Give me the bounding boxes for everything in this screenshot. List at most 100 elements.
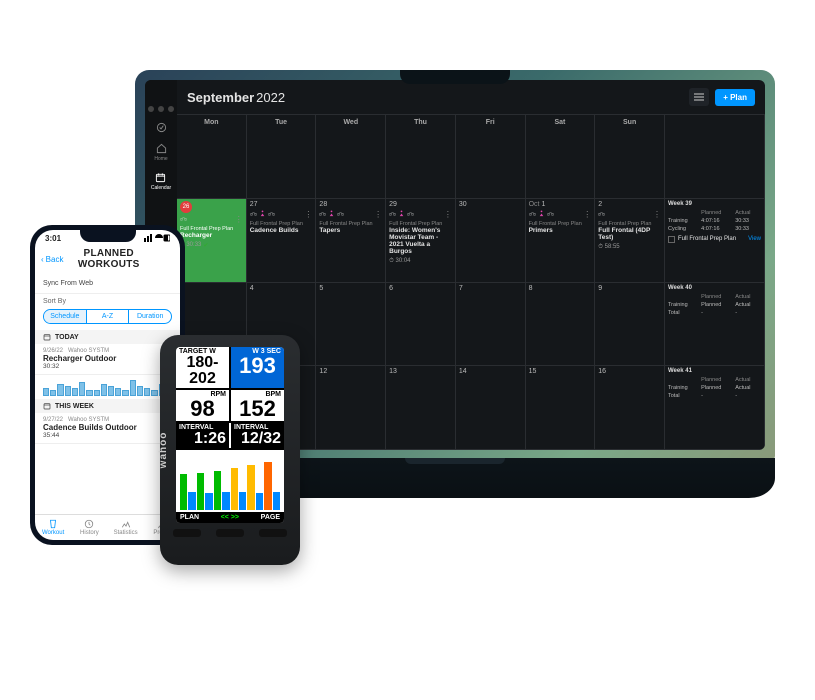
calendar-day-cell[interactable]: 9: [595, 283, 665, 367]
calendar-day-cell[interactable]: 8: [526, 283, 596, 367]
more-icon[interactable]: ⋮: [304, 210, 312, 219]
interval-count-cell: INTERVAL 12/32: [229, 423, 284, 448]
hw-button-mid[interactable]: [216, 529, 244, 537]
dow-header: Fri: [456, 115, 526, 199]
view-options-button[interactable]: [689, 88, 709, 106]
tab-workout[interactable]: Workout: [35, 515, 71, 540]
bike-icon: [389, 210, 396, 219]
activity-chip: ⋮: [250, 210, 313, 219]
hw-button-right[interactable]: [259, 529, 287, 537]
interval-bar: [188, 492, 195, 510]
bike-icon: [407, 210, 414, 219]
phone-header: ‹ Back PLANNED WORKOUTS: [35, 244, 180, 274]
softkey-nav[interactable]: << >>: [221, 514, 239, 521]
bike-computer-device: wahoo TARGET W 180-202 W 3 SEC 193 RPM 9…: [160, 335, 300, 565]
bike-icon: [180, 215, 187, 224]
interval-bar: [239, 492, 246, 510]
laptop-notch: [400, 70, 510, 84]
calendar-day-cell[interactable]: 29⋮Full Frontal Prep PlanInside: Women's…: [386, 199, 456, 283]
yoga-icon: [398, 210, 405, 219]
phone-screen: 3:01 ‹ Back PLANNED WORKOUTS Sync From W…: [35, 230, 180, 540]
interval-bar: [231, 468, 238, 510]
interval-bar: [180, 474, 187, 510]
phone-title: PLANNED WORKOUTS: [63, 248, 154, 270]
week-summary-table: PlannedActualTrainingPlannedActualTotal-…: [668, 376, 761, 400]
interval-bar: [273, 492, 280, 510]
calendar-day-cell[interactable]: Oct1⋮Full Frontal Prep PlanPrimers: [526, 199, 596, 283]
bike-icon: [268, 210, 275, 219]
week-label: Week 41: [668, 368, 761, 374]
week-summary-cell: Week 41 PlannedActualTrainingPlannedActua…: [665, 366, 765, 450]
interval-bar: [205, 493, 212, 510]
sort-by-label: Sort By: [35, 294, 180, 307]
more-icon[interactable]: ⋮: [653, 210, 661, 219]
view-link[interactable]: View: [748, 236, 761, 242]
activity-chip: ⋮: [529, 210, 592, 219]
bike-icon: [529, 210, 536, 219]
calendar-day-cell[interactable]: 28⋮Full Frontal Prep PlanTapers: [316, 199, 386, 283]
week-plan-line[interactable]: Full Frontal Prep PlanView: [668, 236, 761, 243]
calendar-day-cell[interactable]: 30: [456, 199, 526, 283]
phone-tab-bar: WorkoutHistoryStatisticsProfile: [35, 514, 180, 540]
calendar-day-cell[interactable]: 27⋮Full Frontal Prep PlanCadence Builds: [247, 199, 317, 283]
more-icon[interactable]: ⋮: [235, 215, 243, 224]
calendar-day-cell[interactable]: 2⋮Full Frontal Prep PlanFull Frontal (4D…: [595, 199, 665, 283]
bike-computer-screen: TARGET W 180-202 W 3 SEC 193 RPM 98 BPM …: [176, 347, 284, 523]
hw-button-left[interactable]: [173, 529, 201, 537]
sort-segmented-control[interactable]: ScheduleA-ZDuration: [43, 309, 172, 324]
workout-name: Cadence Builds Outdoor: [43, 423, 172, 432]
yoga-icon: [328, 210, 335, 219]
softkey-page[interactable]: PAGE: [261, 514, 280, 521]
status-icons: [144, 234, 170, 244]
calendar-day-cell[interactable]: 13: [386, 366, 456, 450]
calendar-day-cell[interactable]: 5: [316, 283, 386, 367]
sync-from-web[interactable]: Sync From Web: [35, 274, 180, 294]
yoga-icon: [538, 210, 545, 219]
target-watts-cell: TARGET W 180-202: [176, 347, 229, 388]
bike-icon: [598, 210, 605, 219]
calendar-day-cell[interactable]: 15: [526, 366, 596, 450]
interval-bar: [264, 462, 271, 510]
back-button[interactable]: ‹ Back: [41, 255, 63, 264]
bike-computer-softkeys: PLAN << >> PAGE: [176, 512, 284, 523]
calendar-day-cell[interactable]: 26⋮Full Frontal Prep PlanRecharger⏱ 30:3…: [177, 199, 247, 283]
status-time: 3:01: [45, 234, 61, 244]
activity-chip: ⋮: [180, 215, 243, 224]
segment-duration[interactable]: Duration: [128, 310, 171, 323]
segment-a-z[interactable]: A-Z: [86, 310, 129, 323]
calendar-day-cell[interactable]: 6: [386, 283, 456, 367]
calendar-day-cell[interactable]: 7: [456, 283, 526, 367]
calendar-day-cell[interactable]: 12: [316, 366, 386, 450]
interval-bar: [256, 493, 263, 510]
interval-bar: [214, 471, 221, 510]
bike-computer-brand: wahoo: [158, 432, 169, 469]
activity-chip: ⋮: [598, 210, 661, 219]
bike-icon: [337, 210, 344, 219]
bike-icon: [319, 210, 326, 219]
more-icon[interactable]: ⋮: [374, 210, 382, 219]
dow-header: Sun: [595, 115, 665, 199]
more-icon[interactable]: ⋮: [444, 210, 452, 219]
calendar-day-cell[interactable]: 14: [456, 366, 526, 450]
phone-notch: [80, 230, 136, 242]
workout-item[interactable]: 9/26/22 Wahoo SYSTMRecharger Outdoor30:3…: [35, 344, 180, 375]
add-plan-button[interactable]: + Plan: [715, 89, 755, 106]
more-icon[interactable]: ⋮: [583, 210, 591, 219]
workout-sparkline: [43, 378, 172, 396]
calendar-day-cell[interactable]: 16: [595, 366, 665, 450]
dow-header: Sat: [526, 115, 596, 199]
segment-schedule[interactable]: Schedule: [44, 310, 86, 323]
app-logo-icon[interactable]: [156, 122, 167, 133]
week-summary-cell: Week 39PlannedActualTraining4:07:1630:33…: [665, 199, 765, 283]
nav-calendar[interactable]: Calendar: [151, 172, 171, 191]
tab-statistics[interactable]: Statistics: [108, 515, 144, 540]
dow-header: Tue: [247, 115, 317, 199]
watts-3sec-cell: W 3 SEC 193: [229, 347, 284, 388]
tab-history[interactable]: History: [71, 515, 107, 540]
event-duration: ⏱ 58:55: [598, 244, 661, 251]
interval-bar: [247, 465, 254, 510]
nav-home[interactable]: Home: [154, 143, 167, 162]
week-label: Week 40: [668, 285, 761, 291]
softkey-plan[interactable]: PLAN: [180, 514, 199, 521]
bike-icon: [547, 210, 554, 219]
